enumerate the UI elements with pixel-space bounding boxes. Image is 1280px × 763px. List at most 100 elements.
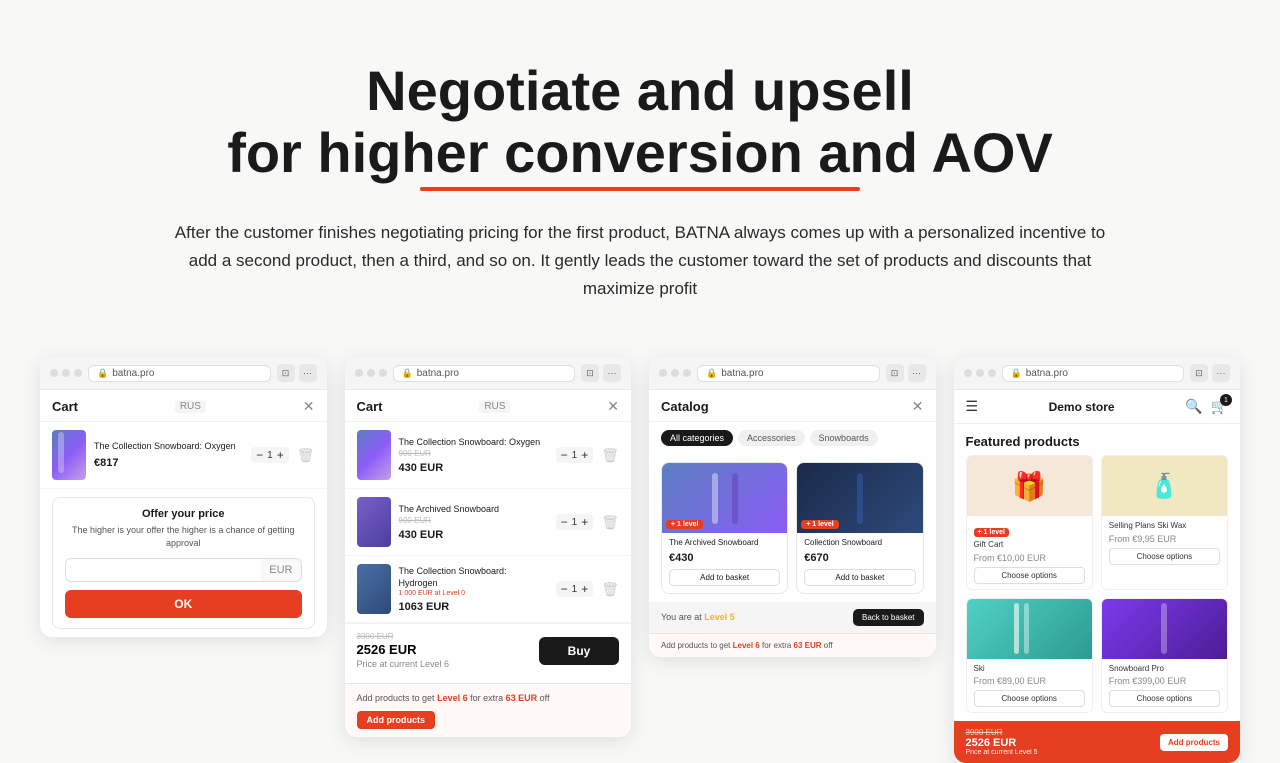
catalog-grid: + 1 level The Archived Snowboard €430 Ad… bbox=[649, 454, 936, 601]
browser-dots-4 bbox=[964, 369, 996, 377]
cart-item-2b: The Archived Snowboard 900 EUR 430 EUR −… bbox=[345, 489, 632, 556]
hamburger-icon[interactable]: ☰ bbox=[966, 398, 979, 415]
cart-header-2: Cart RUS ✕ bbox=[345, 390, 632, 422]
browser-bar-4: 🔒 batna.pro ⊡ ⋯ bbox=[954, 357, 1241, 390]
filter-tabs: All categories Accessories Snowboards bbox=[649, 422, 936, 454]
cart-close-1[interactable]: ✕ bbox=[303, 398, 315, 415]
item-level-2c: 1 000 EUR at Level 0 bbox=[399, 590, 548, 597]
browser-bar-3: 🔒 batna.pro ⊡ ⋯ bbox=[649, 357, 936, 390]
qty-plus-1[interactable]: + bbox=[277, 449, 284, 461]
qty-minus-2c[interactable]: − bbox=[561, 583, 568, 595]
add-basket-btn-1[interactable]: Add to basket bbox=[669, 569, 780, 586]
dot-12 bbox=[988, 369, 996, 377]
browser-btn-8: ⋯ bbox=[1212, 364, 1230, 382]
catalog-item-1: + 1 level The Archived Snowboard €430 Ad… bbox=[661, 462, 788, 593]
browser-url-2: 🔒 batna.pro bbox=[393, 365, 576, 382]
product-card-info-2: Selling Plans Ski Wax From €9,95 EUR Cho… bbox=[1102, 516, 1227, 569]
lock-icon-1: 🔒 bbox=[97, 368, 108, 379]
choose-btn-4[interactable]: Choose options bbox=[1109, 690, 1220, 707]
filter-accessories[interactable]: Accessories bbox=[738, 430, 805, 446]
offer-input-row: EUR bbox=[65, 558, 302, 582]
item-price-2b: 430 EUR bbox=[399, 529, 548, 541]
catalog-item-name-1: The Archived Snowboard bbox=[669, 538, 780, 548]
catalog-title: Catalog bbox=[661, 399, 709, 414]
dot-11 bbox=[976, 369, 984, 377]
cart-item-2c: The Collection Snowboard: Hydrogen 1 000… bbox=[345, 556, 632, 623]
catalog-item-info-2: Collection Snowboard €670 Add to basket bbox=[797, 533, 922, 592]
offer-input[interactable] bbox=[66, 559, 261, 581]
product-name-4: Snowboard Pro bbox=[1109, 664, 1220, 674]
item-img-2a bbox=[357, 430, 391, 480]
search-icon[interactable]: 🔍 bbox=[1185, 398, 1202, 415]
item-name-2c: The Collection Snowboard: Hydrogen bbox=[399, 566, 548, 589]
dot-3 bbox=[74, 369, 82, 377]
dot-8 bbox=[671, 369, 679, 377]
catalog-item-name-2: Collection Snowboard bbox=[804, 538, 915, 548]
footer-old-price: 3900 EUR bbox=[966, 728, 1038, 737]
choose-btn-2[interactable]: Choose options bbox=[1109, 548, 1220, 565]
browser-bar-2: 🔒 batna.pro ⊡ ⋯ bbox=[345, 357, 632, 390]
qty-plus-2b[interactable]: + bbox=[581, 516, 588, 528]
back-basket-button[interactable]: Back to basket bbox=[853, 609, 923, 626]
product-img-ski bbox=[967, 599, 1092, 659]
qty-plus-2c[interactable]: + bbox=[581, 583, 588, 595]
product-price-4: From €399,00 EUR bbox=[1109, 676, 1220, 686]
browser-actions-4: ⊡ ⋯ bbox=[1190, 364, 1230, 382]
filter-snowboards[interactable]: Snowboards bbox=[810, 430, 878, 446]
cart-item-1: The Collection Snowboard: Oxygen €817 − … bbox=[40, 422, 327, 489]
browser-dots-2 bbox=[355, 369, 387, 377]
lock-icon-4: 🔒 bbox=[1011, 368, 1022, 379]
cart-icon[interactable]: 🛒 1 bbox=[1211, 398, 1228, 415]
item-name-2a: The Collection Snowboard: Oxygen bbox=[399, 437, 548, 449]
total-info-2: 3900 EUR 2526 EUR Price at current Level… bbox=[357, 632, 450, 669]
choose-btn-3[interactable]: Choose options bbox=[974, 690, 1085, 707]
dot-2 bbox=[62, 369, 70, 377]
qty-plus-2a[interactable]: + bbox=[581, 449, 588, 461]
qty-minus-1[interactable]: − bbox=[256, 449, 263, 461]
product-price-1: From €10,00 EUR bbox=[974, 553, 1085, 563]
catalog-close[interactable]: ✕ bbox=[912, 398, 924, 415]
browser-bar-1: 🔒 batna.pro ⊡ ⋯ bbox=[40, 357, 327, 390]
browser-btn-3: ⊡ bbox=[581, 364, 599, 382]
item-name-2b: The Archived Snowboard bbox=[399, 504, 548, 516]
dot-9 bbox=[683, 369, 691, 377]
offer-ok-button[interactable]: OK bbox=[65, 590, 302, 618]
product-card-info-3: Ski From €89,00 EUR Choose options bbox=[967, 659, 1092, 712]
buy-button-2[interactable]: Buy bbox=[539, 637, 619, 665]
url-text-1: batna.pro bbox=[112, 368, 154, 379]
catalog-item-price-2: €670 bbox=[804, 552, 915, 564]
item-del-1[interactable]: 🗑 bbox=[297, 447, 315, 464]
wax-icon: 🧴 bbox=[1149, 472, 1179, 501]
qty-minus-2b[interactable]: − bbox=[561, 516, 568, 528]
offer-desc: The higher is your offer the higher is a… bbox=[65, 524, 302, 549]
dot-6 bbox=[379, 369, 387, 377]
add-basket-btn-2[interactable]: Add to basket bbox=[804, 569, 915, 586]
screen-cart-products: 🔒 batna.pro ⊡ ⋯ Cart RUS ✕ The Collectio… bbox=[345, 357, 632, 737]
browser-actions-1: ⊡ ⋯ bbox=[277, 364, 317, 382]
qty-num-2a: 1 bbox=[572, 450, 578, 461]
cart-close-2[interactable]: ✕ bbox=[607, 398, 619, 415]
product-card-3: Ski From €89,00 EUR Choose options bbox=[966, 598, 1093, 713]
upsell-catalog-banner: Add products to get Level 6 for extra 63… bbox=[649, 633, 936, 657]
qty-num-2c: 1 bbox=[572, 584, 578, 595]
store-upsell-footer: 3900 EUR 2526 EUR Price at current Level… bbox=[954, 721, 1241, 763]
item-del-2b[interactable]: 🗑 bbox=[601, 514, 619, 531]
store-topbar: ☰ Demo store 🔍 🛒 1 bbox=[954, 390, 1241, 424]
browser-dots-3 bbox=[659, 369, 691, 377]
screen-catalog: 🔒 batna.pro ⊡ ⋯ Catalog ✕ All categories… bbox=[649, 357, 936, 656]
product-img-wax: 🧴 bbox=[1102, 456, 1227, 516]
choose-btn-1[interactable]: Choose options bbox=[974, 567, 1085, 584]
item-qty-2c: − 1 + bbox=[556, 581, 594, 597]
browser-url-4: 🔒 batna.pro bbox=[1002, 365, 1185, 382]
filter-all[interactable]: All categories bbox=[661, 430, 733, 446]
add-products-button-4[interactable]: Add products bbox=[1160, 734, 1228, 751]
cart-content-2: Cart RUS ✕ The Collection Snowboard: Oxy… bbox=[345, 390, 632, 737]
item-img-1 bbox=[52, 430, 86, 480]
dot-7 bbox=[659, 369, 667, 377]
item-qty-2b: − 1 + bbox=[556, 514, 594, 530]
qty-minus-2a[interactable]: − bbox=[561, 449, 568, 461]
item-del-2a[interactable]: 🗑 bbox=[601, 447, 619, 464]
url-text-4: batna.pro bbox=[1026, 368, 1068, 379]
item-del-2c[interactable]: 🗑 bbox=[601, 581, 619, 598]
cart-badge-count: 1 bbox=[1220, 394, 1232, 406]
